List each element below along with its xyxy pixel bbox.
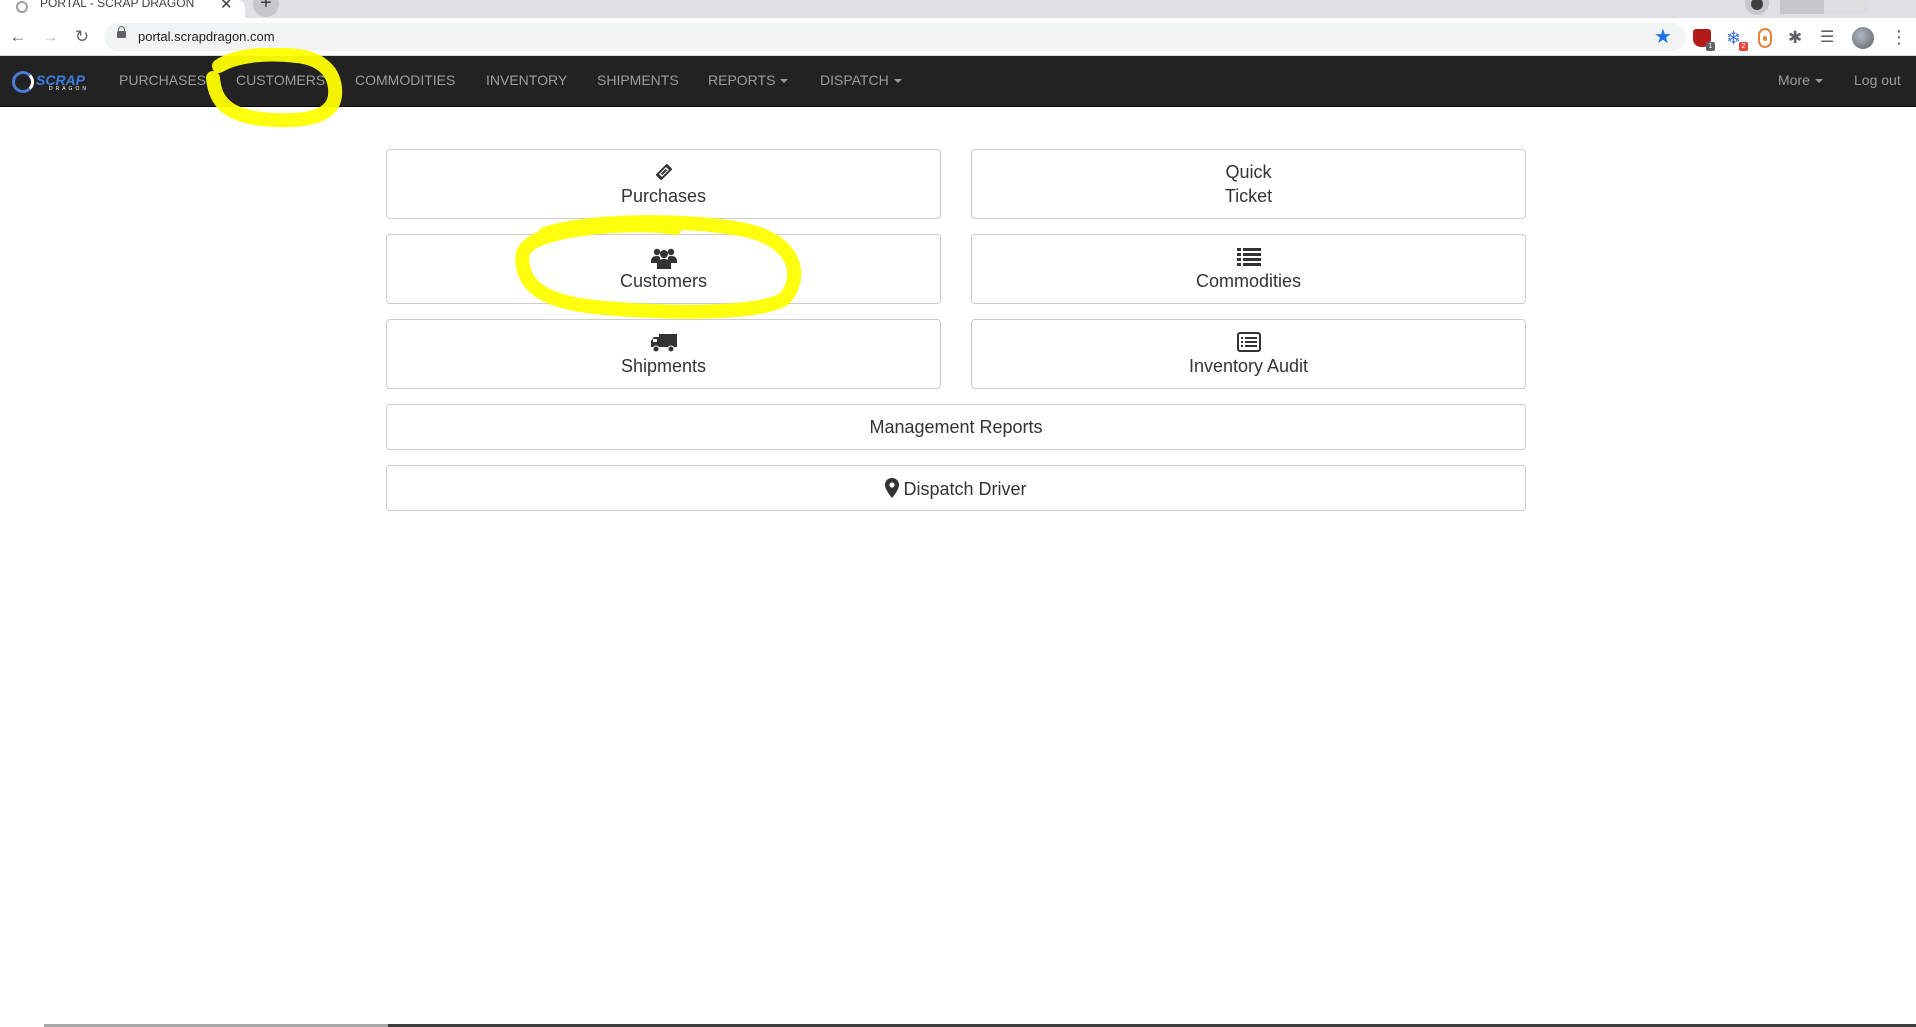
browser-tab[interactable]: PORTAL - SCRAP DRAGON ✕ — [0, 0, 245, 18]
bookmark-star-icon[interactable]: ★ — [1654, 24, 1672, 49]
nav-shipments[interactable]: SHIPMENTS — [597, 72, 679, 88]
back-arrow-icon[interactable]: ← — [7, 26, 29, 48]
chevron-down-icon — [1751, 0, 1763, 10]
window-minimize-button[interactable] — [1780, 0, 1824, 14]
ublock-extension-icon[interactable]: 1 — [1693, 29, 1715, 51]
ticket-icon — [655, 163, 672, 181]
map-marker-icon — [885, 478, 900, 498]
quick-ticket-button[interactable]: Quick Ticket — [971, 149, 1526, 219]
commodities-label: Commodities — [1195, 271, 1302, 291]
nav-reports-dropdown[interactable]: REPORTS — [708, 72, 789, 88]
honey-extension-icon[interactable] — [1758, 28, 1772, 48]
nav-commodities[interactable]: COMMODITIES — [355, 72, 455, 88]
window-restore-button[interactable] — [1824, 0, 1868, 14]
brand-logo[interactable]: SCRAP DRAGON — [12, 71, 90, 93]
nav-reports-label: REPORTS — [708, 72, 776, 88]
tab-close-icon[interactable]: ✕ — [220, 0, 233, 13]
extension-badge: 1 — [1706, 42, 1715, 51]
snowflake-extension-icon[interactable]: ❄ 2 — [1726, 29, 1748, 51]
truck-icon — [650, 334, 677, 353]
list-icon — [1236, 248, 1261, 266]
caret-down-icon — [780, 79, 789, 84]
reading-list-icon[interactable]: ☰ — [1820, 29, 1838, 47]
nav-more-dropdown[interactable]: More — [1778, 72, 1823, 88]
caret-down-icon — [893, 79, 902, 84]
profile-avatar[interactable] — [1852, 27, 1874, 49]
dispatch-driver-button[interactable]: Dispatch Driver — [386, 465, 1526, 511]
new-tab-button[interactable]: + — [253, 0, 279, 17]
nav-dispatch-label: DISPATCH — [820, 72, 889, 88]
users-icon — [650, 248, 677, 269]
dragon-logo-icon — [12, 71, 34, 93]
browser-tabstrip: PORTAL - SCRAP DRAGON ✕ + — [0, 0, 1916, 18]
dispatch-driver-label: Dispatch Driver — [903, 479, 1027, 499]
tab-search-button[interactable] — [1745, 0, 1769, 15]
lock-icon — [117, 26, 126, 38]
nav-more-label: More — [1778, 72, 1810, 88]
tab-title: PORTAL - SCRAP DRAGON — [40, 0, 195, 10]
nav-dispatch-dropdown[interactable]: DISPATCH — [820, 72, 902, 88]
nav-logout[interactable]: Log out — [1854, 72, 1901, 88]
caret-down-icon — [1814, 79, 1823, 84]
window-close-button[interactable] — [1868, 0, 1912, 14]
shipments-button[interactable]: Shipments — [386, 319, 941, 389]
address-bar[interactable]: portal.scrapdragon.com ★ — [104, 23, 1686, 51]
list-alt-icon — [1236, 332, 1261, 352]
tab-favicon-icon — [16, 1, 28, 13]
nav-inventory[interactable]: INVENTORY — [486, 72, 567, 88]
customers-button[interactable]: Customers — [386, 234, 941, 304]
commodities-button[interactable]: Commodities — [971, 234, 1526, 304]
quick-ticket-label-line2: Ticket — [1224, 186, 1273, 206]
quick-ticket-label-line1: Quick — [1225, 162, 1272, 182]
browser-toolbar: ← → ↻ portal.scrapdragon.com ★ 1 ❄ 2 ✱ ☰ … — [0, 18, 1916, 56]
brand-subtitle: DRAGON — [49, 86, 89, 92]
inventory-audit-label: Inventory Audit — [1188, 356, 1309, 376]
inventory-audit-button[interactable]: Inventory Audit — [971, 319, 1526, 389]
dispatch-driver-content: Dispatch Driver — [387, 478, 1525, 500]
app-navbar: SCRAP DRAGON PURCHASES CUSTOMERS COMMODI… — [0, 56, 1916, 107]
purchases-label: Purchases — [620, 186, 707, 206]
management-reports-label: Management Reports — [869, 417, 1043, 437]
puzzle-extensions-icon[interactable]: ✱ — [1788, 29, 1806, 47]
shipments-label: Shipments — [620, 356, 707, 376]
forward-arrow-icon[interactable]: → — [39, 26, 61, 48]
nav-customers[interactable]: CUSTOMERS — [236, 72, 325, 88]
reload-icon[interactable]: ↻ — [71, 26, 93, 48]
purchases-button[interactable]: Purchases — [386, 149, 941, 219]
kebab-menu-icon[interactable]: ⋮ — [1890, 27, 1908, 47]
extension-badge: 2 — [1739, 42, 1748, 51]
nav-purchases[interactable]: PURCHASES — [119, 72, 206, 88]
url-text[interactable]: portal.scrapdragon.com — [138, 29, 275, 44]
management-reports-button[interactable]: Management Reports — [386, 404, 1526, 450]
customers-label: Customers — [619, 271, 708, 291]
